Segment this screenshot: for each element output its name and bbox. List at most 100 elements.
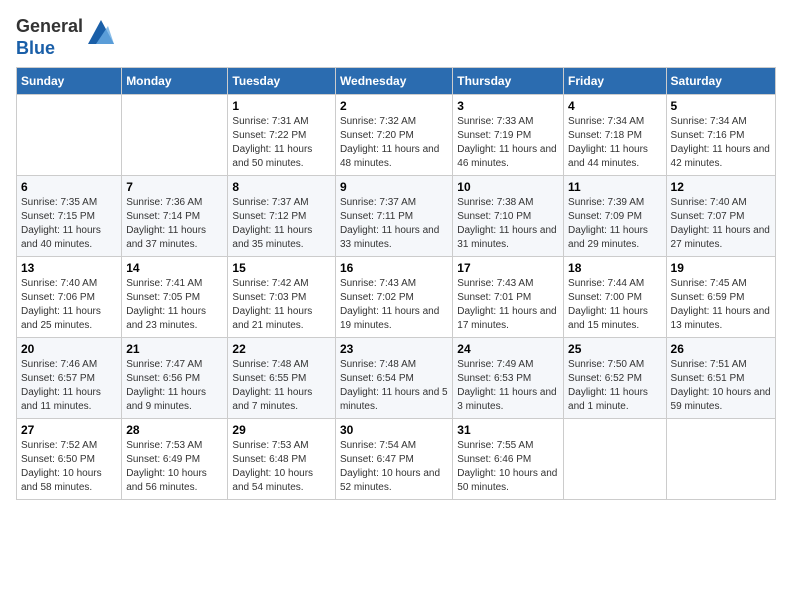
calendar-cell: 24 Sunrise: 7:49 AMSunset: 6:53 PMDayligh…	[453, 338, 564, 419]
week-row-5: 27 Sunrise: 7:52 AMSunset: 6:50 PMDayligh…	[17, 419, 776, 500]
calendar-cell: 4Sunrise: 7:34 AMSunset: 7:18 PMDaylight…	[564, 95, 667, 176]
col-header-thursday: Thursday	[453, 68, 564, 95]
calendar-cell: 6 Sunrise: 7:35 AMSunset: 7:15 PMDaylight…	[17, 176, 122, 257]
day-info: Sunrise: 7:54 AMSunset: 6:47 PMDaylight:…	[340, 439, 448, 495]
calendar-cell	[666, 419, 775, 500]
day-info: Sunrise: 7:50 AMSunset: 6:52 PMDaylight:…	[568, 358, 662, 414]
calendar-cell: 19 Sunrise: 7:45 AMSunset: 6:59 PMDayligh…	[666, 257, 775, 338]
day-info: Sunrise: 7:51 AMSunset: 6:51 PMDaylight:…	[671, 358, 771, 414]
calendar-cell: 15Sunrise: 7:42 AMSunset: 7:03 PMDayligh…	[228, 257, 336, 338]
calendar-cell: 30 Sunrise: 7:54 AMSunset: 6:47 PMDayligh…	[335, 419, 452, 500]
day-info: Sunrise: 7:38 AMSunset: 7:10 PMDaylight:…	[457, 196, 559, 252]
day-number: 18	[568, 261, 662, 275]
calendar-cell: 1 Sunrise: 7:31 AMSunset: 7:22 PMDaylight…	[228, 95, 336, 176]
logo-icon	[86, 16, 116, 46]
calendar-cell: 22 Sunrise: 7:48 AMSunset: 6:55 PMDayligh…	[228, 338, 336, 419]
calendar-cell: 13 Sunrise: 7:40 AMSunset: 7:06 PMDayligh…	[17, 257, 122, 338]
week-row-1: 1 Sunrise: 7:31 AMSunset: 7:22 PMDaylight…	[17, 95, 776, 176]
calendar-cell: 20Sunrise: 7:46 AMSunset: 6:57 PMDayligh…	[17, 338, 122, 419]
calendar-cell: 11Sunrise: 7:39 AMSunset: 7:09 PMDayligh…	[564, 176, 667, 257]
day-info: Sunrise: 7:49 AMSunset: 6:53 PMDaylight:…	[457, 358, 559, 414]
day-info: Sunrise: 7:43 AMSunset: 7:01 PMDaylight:…	[457, 277, 559, 333]
day-number: 12	[671, 180, 771, 194]
calendar-cell: 12 Sunrise: 7:40 AMSunset: 7:07 PMDayligh…	[666, 176, 775, 257]
calendar-cell: 29 Sunrise: 7:53 AMSunset: 6:48 PMDayligh…	[228, 419, 336, 500]
day-number: 3	[457, 99, 559, 113]
calendar-cell: 26 Sunrise: 7:51 AMSunset: 6:51 PMDayligh…	[666, 338, 775, 419]
day-number: 8	[232, 180, 331, 194]
day-info: Sunrise: 7:31 AMSunset: 7:22 PMDaylight:…	[232, 115, 331, 171]
week-row-3: 13 Sunrise: 7:40 AMSunset: 7:06 PMDayligh…	[17, 257, 776, 338]
day-number: 16	[340, 261, 448, 275]
col-header-friday: Friday	[564, 68, 667, 95]
day-info: Sunrise: 7:52 AMSunset: 6:50 PMDaylight:…	[21, 439, 117, 495]
day-info: Sunrise: 7:53 AMSunset: 6:49 PMDaylight:…	[126, 439, 223, 495]
day-number: 1	[232, 99, 331, 113]
col-header-tuesday: Tuesday	[228, 68, 336, 95]
calendar-cell: 25 Sunrise: 7:50 AMSunset: 6:52 PMDayligh…	[564, 338, 667, 419]
day-info: Sunrise: 7:32 AMSunset: 7:20 PMDaylight:…	[340, 115, 448, 171]
day-info: Sunrise: 7:37 AMSunset: 7:12 PMDaylight:…	[232, 196, 331, 252]
calendar-cell: 7 Sunrise: 7:36 AMSunset: 7:14 PMDaylight…	[122, 176, 228, 257]
day-number: 10	[457, 180, 559, 194]
day-number: 29	[232, 423, 331, 437]
calendar-cell	[17, 95, 122, 176]
calendar-cell: 23 Sunrise: 7:48 AMSunset: 6:54 PMDayligh…	[335, 338, 452, 419]
col-header-wednesday: Wednesday	[335, 68, 452, 95]
calendar-cell: 27 Sunrise: 7:52 AMSunset: 6:50 PMDayligh…	[17, 419, 122, 500]
day-info: Sunrise: 7:44 AMSunset: 7:00 PMDaylight:…	[568, 277, 662, 333]
logo-general-text: General	[16, 16, 83, 38]
day-number: 27	[21, 423, 117, 437]
calendar-cell: 8 Sunrise: 7:37 AMSunset: 7:12 PMDaylight…	[228, 176, 336, 257]
col-header-sunday: Sunday	[17, 68, 122, 95]
calendar-cell	[122, 95, 228, 176]
day-info: Sunrise: 7:46 AMSunset: 6:57 PMDaylight:…	[21, 358, 117, 414]
calendar-cell: 28Sunrise: 7:53 AMSunset: 6:49 PMDayligh…	[122, 419, 228, 500]
day-number: 31	[457, 423, 559, 437]
week-row-2: 6 Sunrise: 7:35 AMSunset: 7:15 PMDaylight…	[17, 176, 776, 257]
col-header-saturday: Saturday	[666, 68, 775, 95]
day-number: 7	[126, 180, 223, 194]
day-number: 17	[457, 261, 559, 275]
day-number: 23	[340, 342, 448, 356]
day-info: Sunrise: 7:34 AMSunset: 7:16 PMDaylight:…	[671, 115, 771, 171]
day-info: Sunrise: 7:43 AMSunset: 7:02 PMDaylight:…	[340, 277, 448, 333]
day-info: Sunrise: 7:53 AMSunset: 6:48 PMDaylight:…	[232, 439, 331, 495]
day-info: Sunrise: 7:33 AMSunset: 7:19 PMDaylight:…	[457, 115, 559, 171]
col-header-monday: Monday	[122, 68, 228, 95]
day-info: Sunrise: 7:36 AMSunset: 7:14 PMDaylight:…	[126, 196, 223, 252]
day-info: Sunrise: 7:40 AMSunset: 7:06 PMDaylight:…	[21, 277, 117, 333]
day-number: 25	[568, 342, 662, 356]
day-number: 4	[568, 99, 662, 113]
day-info: Sunrise: 7:45 AMSunset: 6:59 PMDaylight:…	[671, 277, 771, 333]
day-number: 13	[21, 261, 117, 275]
header-row: SundayMondayTuesdayWednesdayThursdayFrid…	[17, 68, 776, 95]
day-info: Sunrise: 7:55 AMSunset: 6:46 PMDaylight:…	[457, 439, 559, 495]
day-number: 19	[671, 261, 771, 275]
logo: General Blue	[16, 16, 116, 59]
day-number: 26	[671, 342, 771, 356]
day-number: 14	[126, 261, 223, 275]
day-info: Sunrise: 7:40 AMSunset: 7:07 PMDaylight:…	[671, 196, 771, 252]
day-number: 6	[21, 180, 117, 194]
day-number: 22	[232, 342, 331, 356]
day-info: Sunrise: 7:37 AMSunset: 7:11 PMDaylight:…	[340, 196, 448, 252]
day-number: 24	[457, 342, 559, 356]
calendar-cell: 18 Sunrise: 7:44 AMSunset: 7:00 PMDayligh…	[564, 257, 667, 338]
day-info: Sunrise: 7:48 AMSunset: 6:54 PMDaylight:…	[340, 358, 448, 414]
calendar-cell: 9Sunrise: 7:37 AMSunset: 7:11 PMDaylight…	[335, 176, 452, 257]
calendar-cell: 21Sunrise: 7:47 AMSunset: 6:56 PMDayligh…	[122, 338, 228, 419]
calendar-cell: 5Sunrise: 7:34 AMSunset: 7:16 PMDaylight…	[666, 95, 775, 176]
day-number: 11	[568, 180, 662, 194]
calendar-cell: 3 Sunrise: 7:33 AMSunset: 7:19 PMDaylight…	[453, 95, 564, 176]
calendar-cell: 10 Sunrise: 7:38 AMSunset: 7:10 PMDayligh…	[453, 176, 564, 257]
calendar-cell: 17 Sunrise: 7:43 AMSunset: 7:01 PMDayligh…	[453, 257, 564, 338]
day-number: 21	[126, 342, 223, 356]
page-header: General Blue	[16, 16, 776, 59]
calendar-table: SundayMondayTuesdayWednesdayThursdayFrid…	[16, 67, 776, 500]
day-number: 30	[340, 423, 448, 437]
day-number: 2	[340, 99, 448, 113]
day-info: Sunrise: 7:48 AMSunset: 6:55 PMDaylight:…	[232, 358, 331, 414]
day-info: Sunrise: 7:35 AMSunset: 7:15 PMDaylight:…	[21, 196, 117, 252]
calendar-cell	[564, 419, 667, 500]
